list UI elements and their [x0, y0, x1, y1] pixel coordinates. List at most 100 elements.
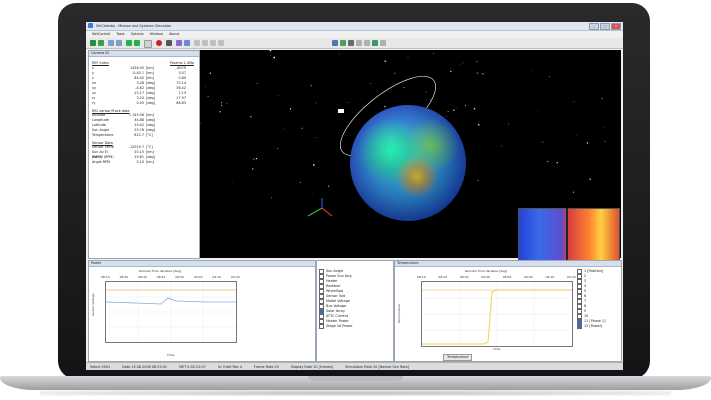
pan-icon[interactable] — [116, 40, 122, 46]
track-data-table: Altitude 1 145.06 [km] Longitude 44.88 [deg] L… — [89, 113, 199, 138]
print-icon[interactable] — [364, 40, 370, 46]
y-axis-label: Sensor Voltage — [91, 293, 95, 317]
star — [276, 148, 278, 150]
star — [548, 76, 551, 78]
power-plot-area[interactable] — [105, 281, 237, 343]
refresh-icon[interactable] — [372, 40, 378, 46]
star — [473, 107, 476, 110]
checkbox[interactable] — [319, 324, 324, 329]
toolbar — [86, 38, 623, 49]
laptop-notch — [308, 376, 403, 381]
orbit-icon[interactable] — [340, 40, 346, 46]
star — [456, 107, 458, 108]
x-tick-label: 08:30 — [138, 275, 147, 279]
x-tick-label: 08:50 — [175, 275, 184, 279]
parameters-panel: Camera ID REF Index Params 1.0Ma x 1456.4… — [88, 50, 200, 259]
checkbox[interactable] — [577, 324, 582, 329]
x-tick-label: 08:40 — [156, 275, 166, 279]
state-vector-table: x 1456.45 [km] -8079 y -0.40 1 [km] 3.07 z 84.05[… — [89, 66, 199, 106]
layout-icon[interactable] — [202, 40, 208, 46]
planet-shading — [350, 105, 466, 221]
pause-icon[interactable] — [144, 40, 152, 48]
x-tick-label: 09:00 — [524, 275, 533, 279]
param-value: 0.10 — [136, 160, 144, 164]
star — [425, 91, 427, 93]
star — [283, 128, 285, 130]
star — [200, 122, 201, 124]
star — [476, 72, 479, 74]
star — [310, 84, 312, 87]
settings-icon[interactable] — [176, 40, 182, 46]
menu-netcontrol[interactable]: NetControl — [92, 31, 110, 38]
temperature-plot-area[interactable] — [421, 281, 573, 347]
star — [576, 134, 577, 136]
x-tick-label: 08:20 — [119, 275, 129, 279]
star — [453, 109, 455, 112]
star — [572, 191, 574, 193]
grid-lines — [422, 282, 572, 346]
star — [301, 127, 303, 129]
help-icon[interactable] — [380, 40, 386, 46]
list-item-label: 12 [Power] — [584, 324, 603, 328]
star — [446, 115, 447, 117]
star — [347, 102, 349, 103]
y-axis-label: Temperature — [397, 303, 401, 323]
menu-tools[interactable]: Tools — [116, 31, 124, 38]
export-icon[interactable] — [356, 40, 362, 46]
star — [586, 142, 589, 144]
target-icon[interactable] — [348, 40, 354, 46]
param-row: ry 0.05 [deg] 68.83 — [92, 101, 196, 106]
back-arrow-icon[interactable] — [90, 40, 96, 46]
play-icon[interactable] — [126, 40, 132, 46]
minimize-button[interactable]: _ — [589, 23, 599, 30]
star — [315, 102, 317, 104]
view-icon[interactable] — [332, 40, 338, 46]
record-icon[interactable] — [156, 40, 162, 46]
close-button[interactable]: × — [611, 23, 621, 30]
tab-temperature[interactable]: Temperature — [443, 354, 473, 361]
thermal-inset-divider — [566, 208, 568, 262]
star — [289, 108, 292, 110]
star — [447, 111, 449, 113]
star — [482, 73, 484, 75]
plot-title: Remote Time Variable [deg] — [465, 269, 507, 273]
star — [450, 70, 452, 73]
star — [507, 123, 509, 125]
param-row: Angle RPM 0.10 [km] — [92, 160, 196, 165]
star — [477, 123, 480, 126]
star — [338, 53, 340, 55]
star — [556, 162, 558, 164]
menu-window[interactable]: Window — [150, 31, 163, 38]
laptop-shadow — [40, 390, 671, 396]
star — [271, 197, 273, 199]
status-field: Sc Orbit Rev 4 — [217, 365, 243, 369]
menu-options[interactable]: Options — [131, 31, 144, 38]
status-field: Select 0001 — [90, 365, 111, 369]
star — [433, 53, 434, 55]
window-icon[interactable] — [210, 40, 216, 46]
grid-icon[interactable] — [194, 40, 200, 46]
satellite-icon[interactable] — [336, 107, 346, 115]
panel-icon[interactable] — [218, 40, 224, 46]
list-item[interactable]: Stage Int Power — [319, 324, 393, 329]
camera-icon[interactable] — [184, 40, 190, 46]
grid-lines — [106, 282, 236, 342]
star — [573, 101, 575, 103]
star — [273, 56, 276, 59]
status-field: Frame Rate 20 — [254, 365, 279, 369]
list-item[interactable]: 12 [Power] — [577, 324, 605, 329]
zoom-icon[interactable] — [108, 40, 114, 46]
star — [369, 82, 372, 85]
star — [384, 105, 386, 108]
forward-arrow-icon[interactable] — [98, 40, 104, 46]
star — [429, 99, 431, 100]
param-label: Angle RPM — [92, 160, 111, 164]
dropdown-icon[interactable] — [166, 40, 172, 46]
screen: StkCelestia - Mission and Systems Simula… — [86, 22, 623, 370]
menu-about[interactable]: About — [169, 31, 179, 38]
star — [547, 160, 549, 163]
fast-forward-icon[interactable] — [134, 40, 140, 46]
maximize-button[interactable]: □ — [600, 23, 610, 30]
x-axis-label: Time — [493, 347, 501, 351]
3d-view[interactable] — [200, 50, 621, 262]
